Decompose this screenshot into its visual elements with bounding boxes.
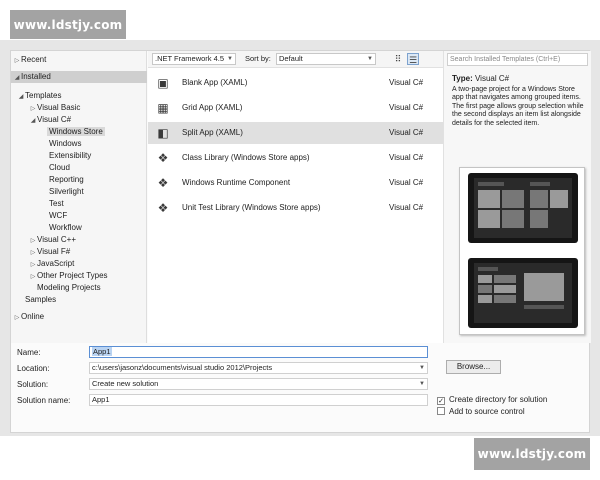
search-templates-input[interactable]: Search Installed Templates (Ctrl+E) — [447, 53, 588, 66]
browse-button[interactable]: Browse... — [446, 360, 501, 374]
template-preview-image — [459, 167, 585, 335]
add-source-control-checkbox[interactable] — [437, 407, 445, 415]
chevron-down-icon: ▼ — [367, 56, 373, 62]
solution-name-label: Solution name: — [17, 396, 71, 405]
tree-item-modeling-projects[interactable]: Modeling Projects — [11, 282, 147, 294]
template-name: Unit Test Library (Windows Store apps) — [182, 203, 321, 212]
template-toolbar: .NET Framework 4.5 ▼ Sort by: Default ▼ ⠿ … — [148, 51, 443, 68]
chevron-down-icon: ▼ — [227, 56, 233, 62]
solution-select[interactable]: Create new solution ▼ — [89, 378, 428, 390]
new-project-dialog: ▷ Recent ◢ Installed ◢ Templates ▷ Visual Ba… — [0, 40, 600, 436]
create-directory-option[interactable]: ✓ Create directory for solution — [437, 395, 547, 405]
split-app-icon: ◧ — [157, 126, 169, 140]
solution-label: Solution: — [17, 380, 49, 389]
create-directory-checkbox[interactable]: ✓ — [437, 397, 445, 405]
template-name: Blank App (XAML) — [182, 78, 248, 87]
template-tree: ▷ Recent ◢ Installed ◢ Templates ▷ Visual Ba… — [11, 51, 147, 343]
template-name: Class Library (Windows Store apps) — [182, 153, 310, 162]
template-description: A two-page project for a Windows Store a… — [452, 86, 584, 127]
template-language: Visual C# — [389, 153, 424, 162]
template-class-library[interactable]: ❖ Class Library (Windows Store apps) Vis… — [148, 147, 443, 169]
template-blank-app[interactable]: ▣ Blank App (XAML) Visual C# — [148, 72, 443, 94]
framework-select[interactable]: .NET Framework 4.5 ▼ — [152, 53, 236, 65]
list-view-icon[interactable]: ☰ — [407, 53, 419, 65]
tree-item-visual-cpp[interactable]: ▷ Visual C++ — [11, 234, 147, 246]
tree-item-recent[interactable]: ▷ Recent — [11, 54, 147, 66]
location-select[interactable]: c:\users\jasonz\documents\visual studio … — [89, 362, 428, 374]
preview-tablet-split — [468, 258, 578, 328]
template-name: Grid App (XAML) — [182, 103, 243, 112]
template-unit-test-library[interactable]: ❖ Unit Test Library (Windows Store apps)… — [148, 197, 443, 219]
tree-item-windows-store[interactable]: Windows Store — [11, 126, 147, 138]
template-language: Visual C# — [389, 203, 424, 212]
template-runtime-component[interactable]: ❖ Windows Runtime Component Visual C# — [148, 172, 443, 194]
template-language: Visual C# — [389, 178, 424, 187]
tree-item-installed[interactable]: ◢ Installed — [11, 71, 147, 83]
tree-item-workflow[interactable]: Workflow — [11, 222, 147, 234]
tree-item-visual-csharp[interactable]: ◢ Visual C# — [11, 114, 147, 126]
tree-item-other-project-types[interactable]: ▷ Other Project Types — [11, 270, 147, 282]
template-name: Split App (XAML) — [182, 128, 243, 137]
blank-app-icon: ▣ — [157, 76, 169, 90]
collapse-arrow-icon[interactable]: ◢ — [13, 72, 21, 84]
template-language: Visual C# — [389, 128, 424, 137]
tree-item-templates[interactable]: ◢ Templates — [11, 90, 147, 102]
tree-item-cloud[interactable]: Cloud — [11, 162, 147, 174]
grid-app-icon: ▦ — [157, 101, 169, 115]
sort-by-label: Sort by: — [245, 54, 271, 63]
tree-item-wcf[interactable]: WCF — [11, 210, 147, 222]
watermark-top: www.ldstjy.com — [10, 10, 126, 39]
tree-item-online[interactable]: ▷ Online — [11, 311, 147, 323]
sort-select[interactable]: Default ▼ — [276, 53, 376, 65]
template-language: Visual C# — [389, 78, 424, 87]
runtime-component-icon: ❖ — [157, 176, 169, 190]
tree-item-visual-basic[interactable]: ▷ Visual Basic — [11, 102, 147, 114]
expand-arrow-icon[interactable]: ▷ — [13, 312, 21, 324]
tree-item-reporting[interactable]: Reporting — [11, 174, 147, 186]
small-icons-view-icon[interactable]: ⠿ — [392, 53, 404, 65]
chevron-down-icon: ▼ — [419, 365, 425, 371]
class-library-icon: ❖ — [157, 151, 169, 165]
tree-item-windows[interactable]: Windows — [11, 138, 147, 150]
unit-test-icon: ❖ — [157, 201, 169, 215]
tree-item-visual-fsharp[interactable]: ▷ Visual F# — [11, 246, 147, 258]
dialog-frame: ▷ Recent ◢ Installed ◢ Templates ▷ Visual Ba… — [10, 50, 591, 433]
template-name: Windows Runtime Component — [182, 178, 291, 187]
template-list-panel: .NET Framework 4.5 ▼ Sort by: Default ▼ ⠿ … — [148, 51, 443, 343]
project-name-input[interactable]: App1 — [89, 346, 428, 358]
template-language: Visual C# — [389, 103, 424, 112]
tree-item-javascript[interactable]: ▷ JavaScript — [11, 258, 147, 270]
tree-item-test[interactable]: Test — [11, 198, 147, 210]
chevron-down-icon: ▼ — [419, 381, 425, 387]
template-split-app[interactable]: ◧ Split App (XAML) Visual C# — [148, 122, 443, 144]
watermark-bottom: www.ldstjy.com — [474, 438, 590, 470]
name-label: Name: — [17, 348, 41, 357]
expand-arrow-icon[interactable]: ▷ — [13, 55, 21, 67]
template-details-panel: Search Installed Templates (Ctrl+E) Type… — [443, 51, 591, 343]
add-source-control-option[interactable]: Add to source control — [437, 407, 525, 416]
template-grid-app[interactable]: ▦ Grid App (XAML) Visual C# — [148, 97, 443, 119]
location-label: Location: — [17, 364, 50, 373]
tree-item-silverlight[interactable]: Silverlight — [11, 186, 147, 198]
tree-item-extensibility[interactable]: Extensibility — [11, 150, 147, 162]
solution-name-input[interactable]: App1 — [89, 394, 428, 406]
template-type: Type: Visual C# — [452, 74, 510, 83]
tree-item-samples[interactable]: Samples — [11, 294, 147, 306]
preview-tablet-groups — [468, 173, 578, 243]
